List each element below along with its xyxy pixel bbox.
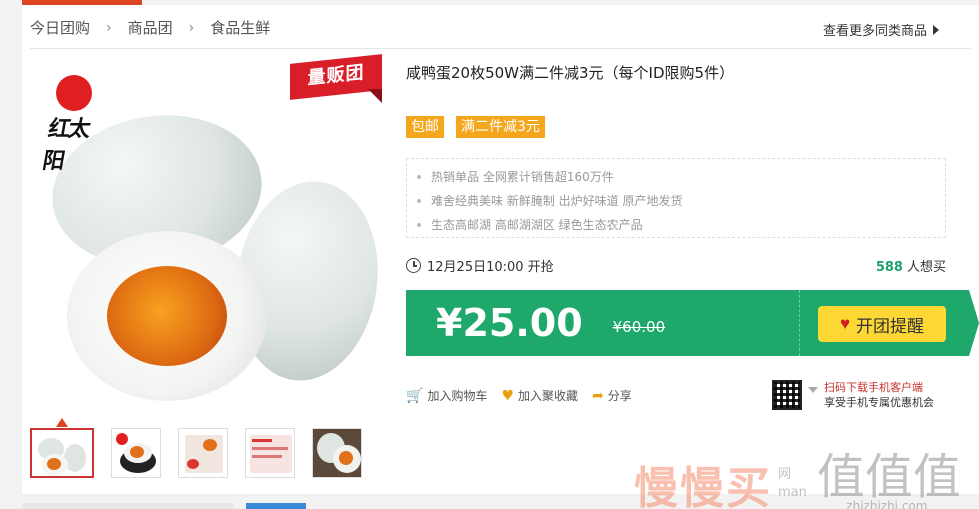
- thumbnail-1[interactable]: [30, 428, 94, 478]
- app-qr-block[interactable]: 扫码下载手机客户端 享受手机专属优惠机会: [772, 380, 934, 410]
- watermark-sub: 网 man: [778, 466, 807, 502]
- share-link[interactable]: ➦ 分享: [592, 387, 632, 404]
- add-to-favorites-label: 加入聚收藏: [518, 389, 579, 403]
- bottom-tab-bar: [22, 503, 234, 509]
- feature-text: 难舍经典美味 新鲜腌制 出炉好味道 原产地发货: [431, 194, 683, 208]
- heart-icon: ♥: [839, 314, 851, 333]
- ribbon-tail: [368, 89, 382, 103]
- clock-icon: [406, 258, 421, 273]
- watermark-logo: 值值值: [816, 449, 961, 505]
- feature-item: 生态高邮湖 高邮湖湖区 绿色生态农产品: [417, 213, 935, 237]
- want-count: 588 人想买: [876, 256, 946, 275]
- product-panel: 今日团购 › 商品团 › 食品生鲜 查看更多同类商品 红太阳 量贩团 咸鸭蛋20…: [22, 5, 979, 509]
- qr-line-2: 享受手机专属优惠机会: [824, 396, 934, 409]
- thumbnail-5[interactable]: [312, 428, 362, 478]
- feature-item: 难舍经典美味 新鲜腌制 出炉好味道 原产地发货: [417, 189, 935, 213]
- qr-line-1: 扫码下载手机客户端: [824, 381, 923, 394]
- promo-tags: 包邮 满二件减3元: [406, 116, 545, 138]
- add-to-cart-link[interactable]: 🛒 加入购物车: [406, 387, 487, 404]
- egg-yolk: [107, 266, 227, 366]
- add-to-cart-label: 加入购物车: [427, 389, 488, 403]
- add-to-favorites-link[interactable]: ♥ 加入聚收藏: [501, 387, 578, 404]
- breadcrumb: 今日团购 › 商品团 › 食品生鲜: [30, 17, 270, 38]
- breadcrumb-fresh-food[interactable]: 食品生鲜: [210, 17, 270, 38]
- share-label: 分享: [607, 389, 632, 403]
- watermark-sub-1: 网: [778, 467, 792, 482]
- watermark-logo-block: 值值值 zhizhizhi.com: [813, 449, 961, 509]
- action-links: 🛒 加入购物车 ♥ 加入聚收藏 ➦ 分享: [406, 387, 632, 404]
- breadcrumb-today-deals[interactable]: 今日团购: [30, 17, 90, 38]
- start-time: 12月25日10:00 开抢: [406, 256, 554, 275]
- cta-notch: [969, 290, 979, 356]
- triangle-right-icon: [933, 24, 939, 35]
- bullet-icon: [417, 199, 421, 203]
- chevron-down-icon: [808, 387, 818, 393]
- qr-text: 扫码下载手机客户端 享受手机专属优惠机会: [824, 380, 934, 410]
- feature-text: 热销单品 全网累计销售超160万件: [431, 170, 614, 184]
- brand-logo-text: 红太阳: [40, 116, 91, 174]
- feature-text: 生态高邮湖 高邮湖湖区 绿色生态农产品: [431, 218, 643, 232]
- chevron-right-icon: ›: [106, 19, 112, 36]
- current-price: ¥25.00: [436, 301, 583, 345]
- bullet-icon: [417, 175, 421, 179]
- watermark-main: 慢慢买: [634, 463, 772, 509]
- share-icon: ➦: [592, 387, 604, 404]
- breadcrumb-goods-group[interactable]: 商品团: [128, 17, 173, 38]
- deal-reminder-button[interactable]: ♥ 开团提醒: [818, 306, 946, 342]
- product-title: 咸鸭蛋20枚50W满二件减3元（每个ID限购5件）: [406, 64, 735, 82]
- discount-tag: 满二件减3元: [456, 116, 545, 138]
- watermark-url: zhizhizhi.com: [846, 499, 928, 509]
- thumbnail-3[interactable]: [178, 428, 228, 478]
- sun-icon: [56, 75, 92, 111]
- price-bar: ¥25.00 ¥60.00: [406, 290, 801, 356]
- watermark-sub-2: man: [778, 485, 807, 500]
- feature-item: 热销单品 全网累计销售超160万件: [417, 165, 935, 189]
- original-price: ¥60.00: [612, 318, 666, 336]
- thumbnail-strip: [30, 428, 362, 478]
- qr-code-icon: [772, 380, 802, 410]
- brand-logo: 红太阳: [41, 75, 104, 174]
- free-shipping-tag: 包邮: [406, 116, 444, 138]
- header-divider: [30, 48, 971, 49]
- want-count-label: 人想买: [906, 260, 946, 275]
- bullet-icon: [417, 223, 421, 227]
- thumbnail-4[interactable]: [245, 428, 295, 478]
- start-time-text: 12月25日10:00 开抢: [427, 260, 554, 275]
- want-count-number: 588: [875, 260, 903, 275]
- cart-icon: 🛒: [406, 387, 424, 404]
- product-main-image: 红太阳: [32, 61, 382, 411]
- site-watermark: 慢慢买 网 man 值值值 zhizhizhi.com: [634, 452, 961, 509]
- chevron-right-icon: ›: [188, 19, 195, 36]
- deal-reminder-label: 开团提醒: [856, 316, 925, 336]
- more-similar-label: 查看更多同类商品: [822, 24, 927, 39]
- more-similar-link[interactable]: 查看更多同类商品: [823, 20, 939, 39]
- feature-list: 热销单品 全网累计销售超160万件 难舍经典美味 新鲜腌制 出炉好味道 原产地发…: [406, 158, 946, 238]
- thumb-pointer-icon: [56, 418, 68, 427]
- heart-icon: ♥: [501, 387, 515, 404]
- bottom-tab-active[interactable]: [246, 503, 306, 509]
- volume-deal-ribbon: 量贩团: [290, 54, 382, 107]
- cta-bar: ♥ 开团提醒: [799, 290, 979, 356]
- thumbnail-2[interactable]: [111, 428, 161, 478]
- time-row: 12月25日10:00 开抢 588 人想买: [406, 256, 946, 275]
- egg-half-image: [67, 231, 267, 401]
